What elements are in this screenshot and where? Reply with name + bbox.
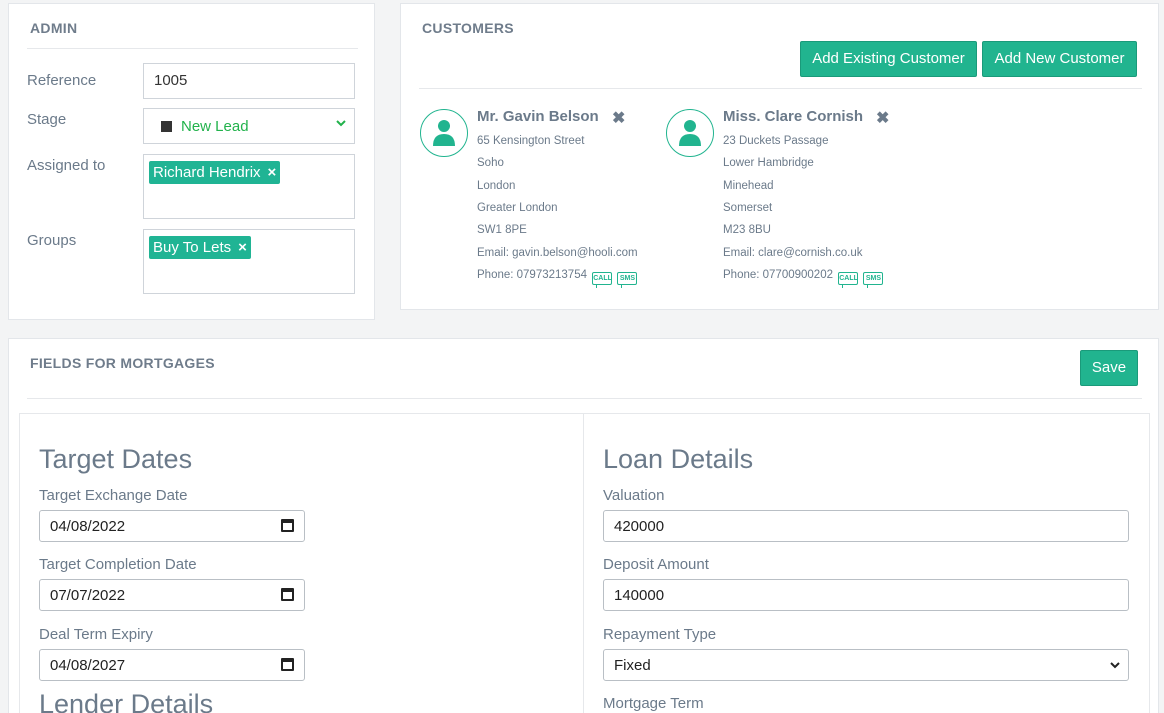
- select-value: Fixed: [614, 657, 651, 674]
- customer-name[interactable]: Miss. Clare Cornish: [723, 108, 863, 125]
- reference-input[interactable]: 1005: [143, 63, 355, 99]
- address-line: Minehead: [723, 180, 774, 192]
- exchange-date-input[interactable]: 04/08/2022: [39, 510, 305, 542]
- valuation-input[interactable]: 420000: [603, 510, 1129, 542]
- groups-field[interactable]: Buy To Lets ×: [143, 229, 355, 294]
- postcode: M23 8BU: [723, 224, 771, 236]
- stage-color-square: [161, 121, 172, 132]
- remove-customer-icon[interactable]: ✖: [612, 108, 625, 128]
- admin-panel: ADMIN Reference 1005 Stage New Lead Assi…: [8, 3, 375, 320]
- sms-icon[interactable]: SMS: [863, 272, 884, 288]
- address-line: 65 Kensington Street: [477, 135, 585, 147]
- repayment-type-select[interactable]: Fixed: [603, 649, 1129, 681]
- date-value: 04/08/2027: [50, 657, 126, 674]
- tag-label: Richard Hendrix: [153, 164, 261, 181]
- mortgage-term-label: Mortgage Term: [603, 695, 704, 712]
- deposit-input[interactable]: 140000: [603, 579, 1129, 611]
- customers-title: CUSTOMERS: [422, 20, 514, 36]
- customers-panel: CUSTOMERS Add Existing Customer Add New …: [400, 3, 1159, 310]
- address-line: Lower Hambridge: [723, 157, 814, 169]
- assigned-tag: Richard Hendrix ×: [149, 161, 281, 184]
- stage-value: New Lead: [181, 118, 249, 135]
- customer-name[interactable]: Mr. Gavin Belson: [477, 108, 599, 125]
- divider: [27, 398, 1142, 399]
- exchange-date-label: Target Exchange Date: [39, 487, 188, 504]
- date-value: 04/08/2022: [50, 518, 126, 535]
- stage-select[interactable]: New Lead: [143, 108, 355, 144]
- tag-label: Buy To Lets: [153, 239, 232, 256]
- address-line: Greater London: [477, 202, 558, 214]
- chevron-down-icon: [1110, 662, 1120, 669]
- address-line: London: [477, 180, 516, 192]
- divider: [419, 88, 1142, 89]
- stage-label: Stage: [27, 111, 67, 128]
- add-new-customer-button[interactable]: Add New Customer: [982, 41, 1137, 77]
- deposit-label: Deposit Amount: [603, 556, 709, 573]
- add-existing-customer-button[interactable]: Add Existing Customer: [800, 41, 977, 77]
- loan-details-section: Loan Details Valuation 420000 Deposit Am…: [583, 413, 1150, 713]
- valuation-label: Valuation: [603, 487, 665, 504]
- section-heading: Target Dates: [39, 444, 193, 474]
- chevron-down-icon: [336, 120, 346, 127]
- deal-expiry-label: Deal Term Expiry: [39, 626, 153, 643]
- tag-remove-icon[interactable]: ×: [238, 239, 247, 256]
- customer-phone: Phone: 07700900202: [723, 269, 833, 281]
- completion-date-input[interactable]: 07/07/2022: [39, 579, 305, 611]
- assigned-to-field[interactable]: Richard Hendrix ×: [143, 154, 355, 219]
- customer-phone: Phone: 07973213754: [477, 269, 587, 281]
- mortgage-fields-panel: FIELDS FOR MORTGAGES Save Target Dates T…: [8, 338, 1159, 713]
- reference-label: Reference: [27, 72, 97, 89]
- group-tag: Buy To Lets ×: [149, 236, 251, 259]
- call-icon[interactable]: CALL: [838, 272, 859, 288]
- admin-title: ADMIN: [30, 20, 78, 36]
- user-icon: [679, 120, 701, 146]
- postcode: SW1 8PE: [477, 224, 527, 236]
- mortgages-title: FIELDS FOR MORTGAGES: [30, 355, 215, 371]
- save-button[interactable]: Save: [1080, 350, 1138, 386]
- completion-date-label: Target Completion Date: [39, 556, 197, 573]
- calendar-icon[interactable]: [281, 519, 294, 532]
- customer-email: Email: clare@cornish.co.uk: [723, 247, 863, 259]
- call-icon[interactable]: CALL: [592, 272, 613, 288]
- groups-label: Groups: [27, 232, 77, 249]
- calendar-icon[interactable]: [281, 658, 294, 671]
- avatar: [666, 109, 714, 157]
- divider: [27, 48, 358, 49]
- customer-phone-row: Phone: 07973213754 CALL SMS: [477, 269, 638, 288]
- calendar-icon[interactable]: [281, 588, 294, 601]
- sms-icon[interactable]: SMS: [617, 272, 638, 288]
- repayment-type-label: Repayment Type: [603, 626, 717, 643]
- customer-email: Email: gavin.belson@hooli.com: [477, 247, 638, 259]
- avatar: [420, 109, 468, 157]
- assigned-label: Assigned to: [27, 157, 106, 174]
- address-line: Soho: [477, 157, 504, 169]
- section-heading: Lender Details: [39, 689, 214, 713]
- remove-customer-icon[interactable]: ✖: [876, 108, 889, 128]
- target-dates-section: Target Dates Target Exchange Date 04/08/…: [19, 413, 584, 713]
- user-icon: [433, 120, 455, 146]
- customer-phone-row: Phone: 07700900202 CALL SMS: [723, 269, 884, 288]
- address-line: 23 Duckets Passage: [723, 135, 829, 147]
- tag-remove-icon[interactable]: ×: [268, 164, 277, 181]
- date-value: 07/07/2022: [50, 587, 126, 604]
- address-line: Somerset: [723, 202, 773, 214]
- section-heading: Loan Details: [603, 444, 754, 474]
- deal-expiry-input[interactable]: 04/08/2027: [39, 649, 305, 681]
